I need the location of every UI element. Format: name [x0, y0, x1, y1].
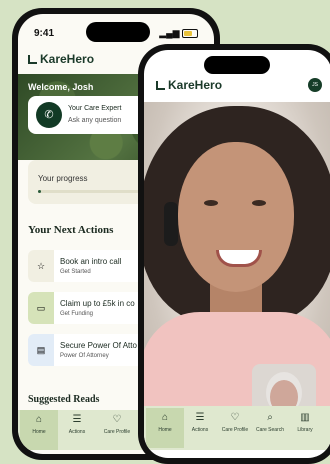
checklist-icon: ☰: [195, 412, 205, 423]
action-title: Claim up to £5k in co: [60, 299, 135, 308]
action-title: Secure Power Of Atto: [60, 341, 137, 350]
document-icon: ▤: [28, 334, 54, 366]
nav-label: Library: [297, 427, 313, 433]
nav-actions[interactable]: ☰ Actions: [60, 414, 94, 435]
caller-face: [178, 142, 294, 292]
nav-label: Actions: [68, 429, 86, 435]
caller-smile: [216, 250, 262, 267]
welcome-text: Welcome, Josh: [28, 82, 94, 92]
progress-fill: [38, 190, 42, 193]
caller-eye: [252, 200, 266, 206]
action-subtitle: Get Started: [60, 269, 91, 275]
avatar[interactable]: JS: [308, 78, 322, 92]
nav-label: Home: [158, 427, 172, 433]
dynamic-island: [204, 56, 270, 74]
action-title: Book an intro call: [60, 257, 122, 266]
video-call-feed: [144, 102, 330, 412]
expert-title: Your Care Expert: [68, 105, 122, 112]
logo-text: KareHero: [168, 78, 223, 92]
logo-text: KareHero: [40, 52, 95, 66]
book-icon: ▥: [300, 412, 310, 423]
expert-subtitle: Ask any question: [68, 117, 122, 124]
phone-front-screen: KareHero JS ⌂ Home ☰ Actions ♡ Care Prof…: [144, 50, 330, 458]
home-icon: ⌂: [161, 412, 169, 423]
search-icon: ⌕: [267, 412, 273, 423]
nav-care-profile[interactable]: ♡ Care Profile: [100, 414, 134, 435]
nav-actions[interactable]: ☰ Actions: [183, 412, 217, 433]
nav-label: Care Profile: [103, 429, 131, 435]
phone-icon: ✆: [36, 102, 62, 128]
karehero-logo: KareHero: [28, 52, 94, 66]
nav-home[interactable]: ⌂ Home: [20, 410, 58, 450]
battery-icon: [182, 29, 198, 39]
status-time: 9:41: [34, 28, 55, 39]
status-icons: ▂▄▆: [159, 28, 198, 39]
action-subtitle: Get Funding: [60, 311, 94, 317]
self-view-pip[interactable]: [252, 364, 316, 412]
phone-front: KareHero JS ⌂ Home ☰ Actions ♡ Care Prof…: [138, 44, 330, 464]
nav-home[interactable]: ⌂ Home: [146, 408, 184, 448]
home-icon: ⌂: [35, 414, 43, 425]
dynamic-island: [86, 22, 150, 42]
progress-label: Your progress: [38, 174, 88, 183]
nav-label: Home: [32, 429, 46, 435]
nav-label: Care Search: [255, 427, 285, 433]
checklist-icon: ☰: [72, 414, 82, 425]
star-icon: ☆: [28, 250, 54, 282]
nav-label: Care Profile: [221, 427, 249, 433]
action-subtitle: Power Of Attorney: [60, 353, 109, 359]
nav-care-search[interactable]: ⌕ Care Search: [253, 412, 287, 433]
care-profile-icon: ♡: [112, 414, 122, 425]
logo-mark-icon: [156, 80, 165, 90]
logo-mark-icon: [28, 54, 37, 64]
next-actions-heading: Your Next Actions: [28, 224, 114, 236]
headset-icon: [164, 202, 178, 246]
bottom-nav: ⌂ Home ☰ Actions ♡ Care Profile ⌕ Care S…: [144, 406, 330, 450]
nav-care-profile[interactable]: ♡ Care Profile: [218, 412, 252, 433]
nav-label: Actions: [191, 427, 209, 433]
suggested-reads-heading: Suggested Reads: [28, 394, 100, 405]
caller-eye: [204, 200, 218, 206]
care-profile-icon: ♡: [230, 412, 240, 423]
money-icon: ▭: [28, 292, 54, 324]
nav-library[interactable]: ▥ Library: [288, 412, 322, 433]
karehero-logo: KareHero: [156, 78, 222, 92]
